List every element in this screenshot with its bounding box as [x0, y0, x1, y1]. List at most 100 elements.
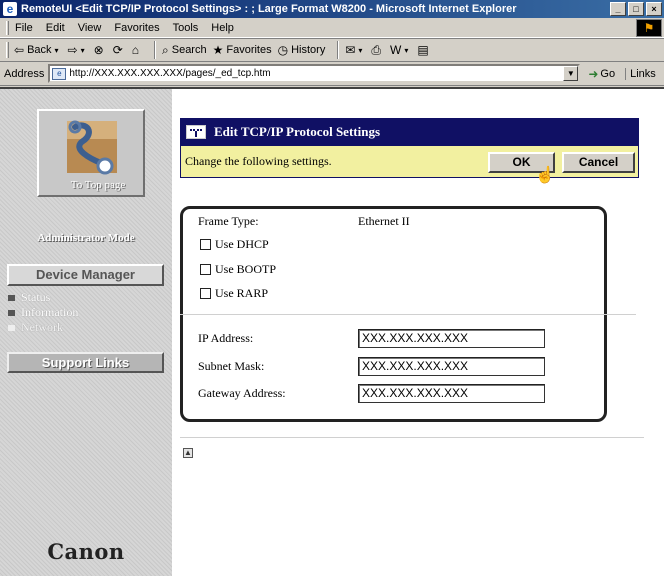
page-icon: e: [52, 67, 67, 80]
use-dhcp-label: Use DHCP: [215, 237, 269, 251]
stop-button[interactable]: ⊗: [94, 43, 107, 57]
address-label: Address: [4, 67, 45, 80]
nav-item-label: Network: [21, 320, 63, 334]
window-title: RemoteUI <Edit TCP/IP Protocol Settings>…: [21, 3, 517, 15]
standard-toolbar: ⇦ Back ▾ ⇨ ▾ ⊗ ⟳ ⌂ ⌕ Search ★ Favorites …: [0, 38, 664, 62]
nav-item-information[interactable]: Information: [8, 305, 78, 320]
history-label: History: [291, 44, 326, 56]
main-panel: Edit TCP/IP Protocol Settings Change the…: [172, 89, 664, 576]
edit-button[interactable]: W ▾: [390, 43, 411, 57]
nav-item-network[interactable]: Network: [8, 320, 78, 335]
back-label: Back: [27, 44, 52, 56]
menu-favorites[interactable]: Favorites: [114, 22, 159, 34]
search-button[interactable]: ⌕ Search: [162, 43, 207, 58]
mail-dropdown-icon[interactable]: ▾: [358, 46, 362, 55]
panel-header: Edit TCP/IP Protocol Settings: [180, 118, 639, 146]
back-arrow-icon: ⇦: [14, 43, 25, 57]
settings-panel-icon: [186, 125, 206, 139]
links-button[interactable]: Links: [625, 67, 656, 80]
cancel-button[interactable]: Cancel: [562, 152, 635, 173]
hand-cursor-icon: ☝: [535, 167, 555, 184]
device-manager-button[interactable]: Device Manager: [7, 264, 164, 286]
menu-file[interactable]: File: [15, 22, 33, 34]
use-bootp-option[interactable]: Use BOOTP: [200, 262, 276, 277]
forward-button[interactable]: ⇨ ▾: [68, 43, 88, 57]
forward-dropdown-icon[interactable]: ▾: [81, 46, 85, 55]
ip-address-field[interactable]: XXX.XXX.XXX.XXX: [358, 329, 545, 348]
divider: [180, 314, 636, 315]
use-dhcp-option[interactable]: Use DHCP: [200, 237, 269, 252]
top-page-label[interactable]: To Top page: [50, 179, 146, 191]
home-button[interactable]: ⌂: [132, 43, 142, 57]
window-controls: _ □ ×: [610, 2, 662, 16]
toolbar-separator: [154, 41, 156, 59]
print-button[interactable]: ⎙: [371, 43, 384, 58]
go-button[interactable]: ➜ Go: [588, 67, 615, 81]
mail-button[interactable]: ✉ ▾: [345, 43, 365, 57]
discuss-icon: ▤: [417, 43, 429, 57]
refresh-button[interactable]: ⟳: [113, 43, 126, 57]
use-rarp-option[interactable]: Use RARP: [200, 286, 268, 301]
nav-item-label: Status: [21, 290, 51, 304]
close-button[interactable]: ×: [646, 2, 662, 16]
refresh-icon: ⟳: [112, 43, 123, 57]
discuss-button[interactable]: ▤: [417, 43, 431, 57]
ie-icon: e: [3, 2, 17, 16]
use-dhcp-checkbox[interactable]: [200, 239, 211, 250]
frame-type-value: Ethernet II: [358, 214, 410, 228]
divider: [180, 437, 644, 438]
nav-item-status[interactable]: Status: [8, 290, 78, 305]
search-icon: ⌕: [162, 42, 169, 57]
gateway-address-label: Gateway Address:: [198, 386, 286, 400]
use-rarp-checkbox[interactable]: [200, 288, 211, 299]
search-label: Search: [171, 44, 207, 56]
ip-address-label: IP Address:: [198, 331, 254, 345]
favorites-button[interactable]: ★ Favorites: [213, 43, 272, 57]
edit-dropdown-icon[interactable]: ▾: [404, 46, 408, 55]
sidebar: To Top page Administrator Mode Device Ma…: [0, 89, 172, 576]
menu-grip: [6, 20, 9, 35]
frame-type-label: Frame Type:: [198, 214, 259, 228]
back-button[interactable]: ⇦ Back ▾: [14, 43, 62, 57]
instruction-text: Change the following settings.: [185, 154, 332, 168]
page-title: Edit TCP/IP Protocol Settings: [214, 124, 380, 139]
bullet-icon: [8, 324, 15, 331]
favorites-icon: ★: [212, 43, 224, 57]
subnet-mask-label: Subnet Mask:: [198, 359, 265, 373]
maximize-button[interactable]: □: [628, 2, 644, 16]
home-icon: ⌂: [131, 43, 139, 57]
history-icon: ◷: [277, 43, 289, 57]
go-arrow-icon: ➜: [588, 66, 599, 81]
forward-arrow-icon: ⇨: [67, 43, 78, 57]
go-label: Go: [600, 67, 616, 80]
use-bootp-checkbox[interactable]: [200, 264, 211, 275]
canon-logo: Canon: [47, 539, 125, 564]
nav-item-label: Information: [21, 305, 79, 319]
page-top-icon[interactable]: ▲: [183, 448, 193, 458]
device-logo-icon: [67, 120, 117, 175]
minimize-button[interactable]: _: [610, 2, 626, 16]
favorites-label: Favorites: [226, 44, 272, 56]
address-dropdown-icon[interactable]: ▼: [563, 66, 579, 81]
print-icon: ⎙: [371, 42, 382, 57]
word-icon: W: [390, 43, 402, 57]
address-input[interactable]: e http://XXX.XXX.XXX.XXX/pages/_ed_tcp.h…: [48, 64, 581, 83]
gateway-address-field[interactable]: XXX.XXX.XXX.XXX: [358, 384, 545, 403]
menu-help[interactable]: Help: [211, 22, 234, 34]
address-bar: Address e http://XXX.XXX.XXX.XXX/pages/_…: [0, 62, 664, 86]
toolbar-separator: [337, 41, 340, 59]
window-title-bar: e RemoteUI <Edit TCP/IP Protocol Setting…: [0, 0, 664, 18]
subnet-mask-field[interactable]: XXX.XXX.XXX.XXX: [358, 357, 545, 376]
menu-tools[interactable]: Tools: [173, 22, 199, 34]
menu-edit[interactable]: Edit: [46, 22, 65, 34]
bullet-icon: [8, 294, 15, 301]
menu-view[interactable]: View: [78, 22, 102, 34]
address-url: http://XXX.XXX.XXX.XXX/pages/_ed_tcp.htm: [69, 68, 271, 79]
stop-icon: ⊗: [93, 43, 104, 57]
back-dropdown-icon[interactable]: ▾: [55, 46, 59, 55]
use-rarp-label: Use RARP: [215, 286, 269, 300]
admin-mode-label: Administrator Mode: [37, 232, 135, 244]
toolbar-grip: [6, 42, 9, 58]
support-links-button[interactable]: Support Links: [7, 352, 164, 373]
history-button[interactable]: ◷ History: [278, 43, 326, 57]
